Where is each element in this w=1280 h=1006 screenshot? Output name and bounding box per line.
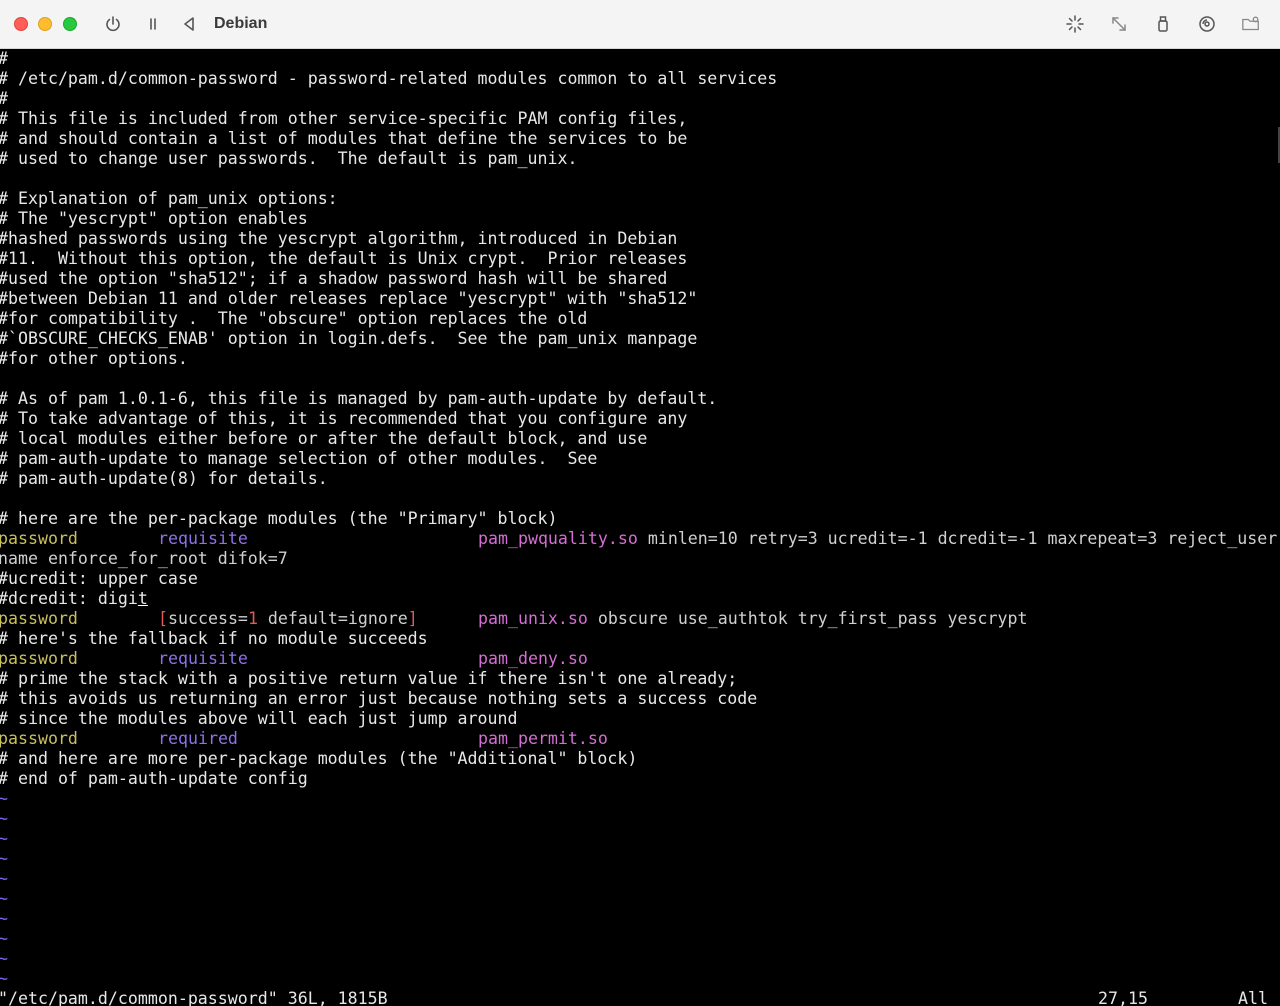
rule-type: password	[0, 729, 78, 748]
window-titlebar: Debian	[0, 0, 1280, 49]
rule-control: requisite	[158, 649, 248, 668]
rule-bracket: [	[158, 609, 168, 628]
rule-unix: password [success=1 default=ignore] pam_un…	[0, 609, 1027, 629]
editor-line: #	[0, 49, 8, 69]
shared-folder-icon[interactable]	[1240, 13, 1262, 35]
text-cursor: t	[137, 589, 148, 608]
resize-icon[interactable]	[1108, 13, 1130, 35]
comment-dcredit: #dcredit: digit	[0, 589, 148, 609]
empty-line-tilde: ~	[0, 969, 8, 988]
rule-success-key: success=	[168, 609, 248, 628]
rule-bracket: ]	[407, 609, 418, 628]
editor-line: #`OBSCURE_CHECKS_ENAB' option in login.d…	[0, 329, 698, 348]
empty-line-tilde: ~	[0, 869, 8, 888]
editor-line: # To take advantage of this, it is recom…	[0, 409, 688, 428]
power-icon[interactable]	[102, 13, 124, 35]
empty-line-tilde: ~	[0, 849, 8, 868]
editor-line: #for compatibility . The "obscure" optio…	[0, 309, 588, 328]
editor-line: #between Debian 11 and older releases re…	[0, 289, 698, 308]
rule-type: password	[0, 609, 78, 628]
rule-success-value: 1	[247, 609, 258, 628]
editor-line: # pam-auth-update(8) for details.	[0, 469, 328, 488]
rule-args: minlen=10 retry=3 ucredit=-1 dcredit=-1 …	[637, 529, 1278, 548]
rule-type: password	[0, 529, 78, 548]
comment-prime: # prime the stack with a positive return…	[0, 669, 738, 688]
editor-line: #hashed passwords using the yescrypt alg…	[0, 229, 678, 248]
rule-pwquality-wrap: name enforce_for_root difok=7	[0, 549, 288, 568]
rule-pwquality: password requisite pam_pwquality.so minlen…	[0, 529, 1277, 549]
empty-line-tilde: ~	[0, 929, 8, 948]
comment-fallback: # here's the fallback if no module succe…	[0, 629, 428, 648]
rule-control: requisite	[158, 529, 248, 548]
usb-icon[interactable]	[1152, 13, 1174, 35]
terminal-screen[interactable]: ## /etc/pam.d/common-password - password…	[0, 49, 1280, 1006]
empty-line-tilde: ~	[0, 789, 8, 808]
rule-module: pam_pwquality.so	[478, 529, 638, 548]
comment-dcredit-text: #dcredit: digi	[0, 589, 138, 608]
editor-line: # pam-auth-update to manage selection of…	[0, 449, 598, 468]
empty-line-tilde: ~	[0, 889, 8, 908]
comment-prime: # this avoids us returning an error just…	[0, 689, 758, 708]
rule-permit: password required pam_permit.so	[0, 729, 608, 749]
empty-line-tilde: ~	[0, 949, 8, 968]
rule-deny: password requisite pam_deny.so	[0, 649, 588, 669]
pause-icon[interactable]	[142, 13, 164, 35]
rule-type: password	[0, 649, 78, 668]
comment-prime: # since the modules above will each just…	[0, 709, 518, 728]
editor-line: #used the option "sha512"; if a shadow p…	[0, 269, 668, 288]
rule-module: pam_deny.so	[478, 649, 588, 668]
rule-control: required	[158, 729, 238, 748]
window-title: Debian	[214, 15, 268, 32]
editor-line: # This file is included from other servi…	[0, 109, 688, 128]
editor-line: # used to change user passwords. The def…	[0, 149, 578, 168]
brightness-icon[interactable]	[1064, 13, 1086, 35]
rule-default: default=ignore	[257, 609, 408, 628]
maximize-window-button[interactable]	[63, 17, 77, 31]
editor-line: # As of pam 1.0.1-6, this file is manage…	[0, 389, 718, 408]
editor-line: #	[0, 89, 8, 109]
empty-line-tilde: ~	[0, 809, 8, 828]
vim-status-scroll: All	[1238, 989, 1268, 1006]
minimize-window-button[interactable]	[38, 17, 52, 31]
editor-line: # and should contain a list of modules t…	[0, 129, 688, 148]
comment-ucredit: #ucredit: upper case	[0, 569, 198, 588]
back-icon[interactable]	[178, 13, 200, 35]
editor-line: #11. Without this option, the default is…	[0, 249, 688, 268]
editor-line: #for other options.	[0, 349, 188, 368]
vim-status-file: "/etc/pam.d/common-password" 36L, 1815B	[0, 989, 388, 1006]
editor-line: # local modules either before or after t…	[0, 429, 648, 448]
comment-end: # end of pam-auth-update config	[0, 769, 308, 788]
rule-module: pam_unix.so	[478, 609, 588, 628]
editor-line: # /etc/pam.d/common-password - password-…	[0, 69, 778, 88]
close-window-button[interactable]	[14, 17, 28, 31]
editor-line: # The "yescrypt" option enables	[0, 209, 308, 228]
rule-args: obscure use_authtok try_first_pass yescr…	[587, 609, 1028, 628]
editor-line: # here are the per-package modules (the …	[0, 509, 558, 528]
disc-icon[interactable]	[1196, 13, 1218, 35]
vim-status-position: 27,15	[1098, 989, 1148, 1006]
rule-module: pam_permit.so	[478, 729, 608, 748]
comment-additional: # and here are more per-package modules …	[0, 749, 638, 768]
empty-line-tilde: ~	[0, 909, 8, 928]
editor-line: # Explanation of pam_unix options:	[0, 189, 338, 208]
empty-line-tilde: ~	[0, 829, 8, 848]
